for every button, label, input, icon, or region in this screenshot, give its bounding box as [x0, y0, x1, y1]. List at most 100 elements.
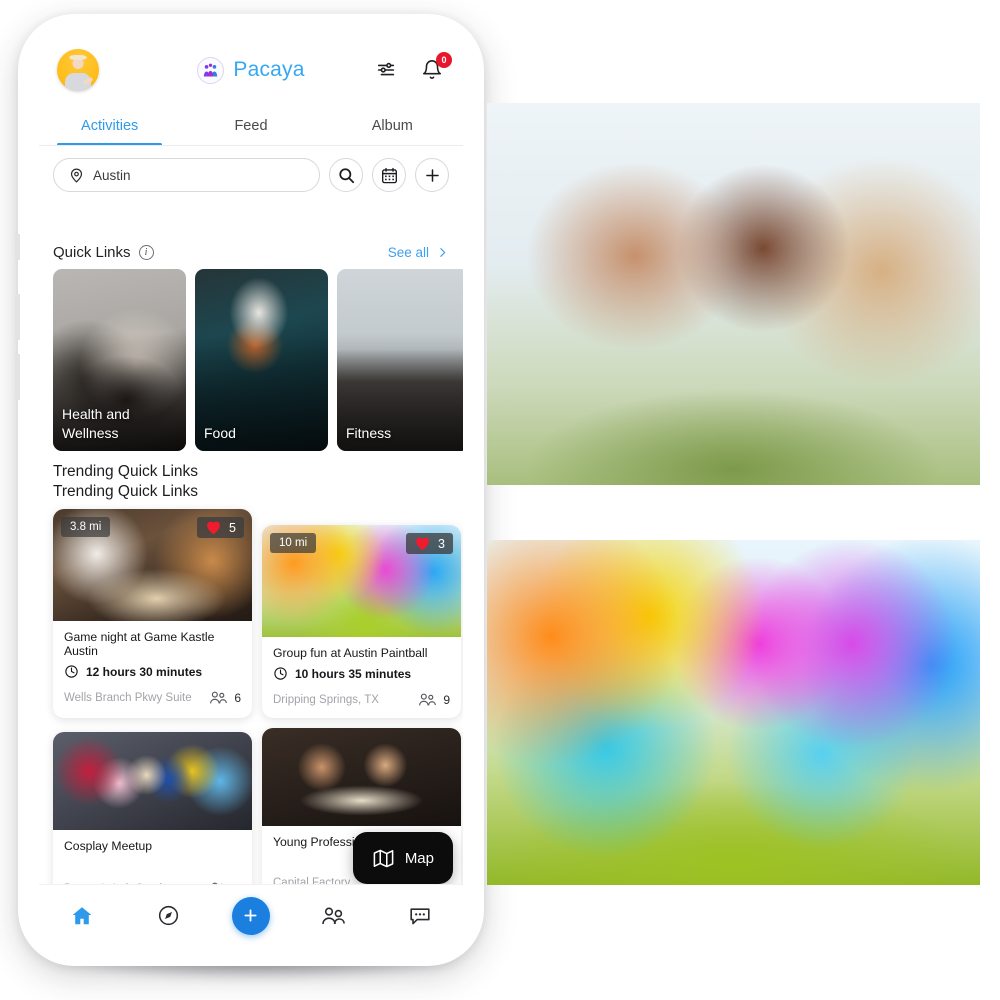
attendees: 9	[418, 692, 450, 707]
like-count: 3	[438, 536, 445, 551]
location-value: Austin	[93, 167, 131, 183]
tab-activities[interactable]: Activities	[39, 106, 180, 146]
home-icon	[72, 906, 92, 924]
people-icon	[419, 693, 437, 706]
trending-card[interactable]: Cosplay Meetup Dragon's Lair Comics an..…	[53, 732, 252, 884]
phone-side-button-mute	[15, 234, 20, 260]
card-thumbnail: 3.8 mi 5	[53, 509, 252, 621]
distance-badge: 10 mi	[270, 533, 317, 553]
duration-text: 12 hours 30 minutes	[86, 664, 203, 679]
activity-duration: 10 hours 35 minutes	[273, 666, 450, 681]
phone-screen: Pacaya 0 Activities Feed Album Austin Qu…	[39, 34, 463, 946]
nav-explore[interactable]	[146, 896, 192, 936]
quick-links-strip[interactable]: Health and Wellness Food Fitness	[39, 269, 463, 451]
trending-card[interactable]: 10 mi 3 Group fun at Austin Paintball 10…	[262, 525, 461, 718]
content-scroll-area[interactable]: Quick Links i See all Health and Wellnes…	[39, 238, 463, 884]
like-badge[interactable]: 5	[197, 517, 244, 538]
like-badge[interactable]: 3	[406, 533, 453, 554]
quick-link-card[interactable]: Food	[195, 269, 328, 451]
people-icon	[322, 906, 346, 924]
header-actions: 0	[373, 52, 452, 83]
activity-name: Group fun at Austin Paintball	[273, 646, 428, 660]
plus-icon	[244, 909, 258, 922]
main-tabs: Activities Feed Album	[39, 106, 463, 146]
activity-duration: 12 hours 30 minutes	[64, 664, 241, 679]
phone-mockup: Pacaya 0 Activities Feed Album Austin Qu…	[15, 14, 484, 966]
clock-icon	[274, 667, 287, 680]
quick-link-label: Fitness	[346, 425, 392, 441]
calendar-icon	[381, 167, 397, 183]
distance-badge: 3.8 mi	[61, 517, 111, 537]
card-thumbnail	[53, 732, 252, 830]
screenshot-root: Pacaya 0 Activities Feed Album Austin Qu…	[0, 0, 1000, 1000]
heart-icon	[416, 537, 429, 551]
see-all-link[interactable]: See all	[388, 245, 449, 260]
trending-title-duplicate: Trending Quick Links	[53, 483, 199, 500]
see-all-label: See all	[387, 245, 429, 260]
activity-place: Wells Branch Pkwy Suite	[64, 691, 192, 704]
nav-home[interactable]	[59, 896, 105, 936]
plus-icon	[425, 168, 439, 182]
activity-name: Game night at Game Kastle Austin	[64, 630, 215, 658]
tab-feed[interactable]: Feed	[180, 106, 321, 146]
map-button-label: Map	[404, 849, 434, 867]
attendee-count: 9	[443, 692, 450, 707]
phone-side-button-volume-down	[15, 354, 20, 400]
three-friends-festival-photo	[487, 103, 980, 485]
holi-color-run-photo	[487, 540, 980, 885]
card-thumbnail	[262, 728, 461, 826]
chevron-right-icon	[440, 248, 446, 257]
activity-place: Capital Factory	[273, 877, 351, 884]
quick-links-header: Quick Links i See all	[39, 238, 463, 269]
nav-chat[interactable]	[397, 896, 443, 936]
like-count: 5	[229, 520, 236, 535]
page-title: Quick Links	[53, 244, 131, 261]
search-row: Austin	[39, 146, 463, 200]
location-pin-icon	[70, 168, 83, 183]
card-footer: Dragon's Lair Comics an... 2	[53, 853, 252, 884]
card-body: Group fun at Austin Paintball 10 hours 3…	[262, 637, 461, 681]
people-icon	[210, 691, 228, 704]
tab-album[interactable]: Album	[322, 106, 463, 146]
search-button[interactable]	[329, 158, 363, 192]
attendees: 6	[209, 690, 241, 705]
sliders-icon[interactable]	[373, 57, 399, 83]
quick-link-card[interactable]: Fitness	[337, 269, 463, 451]
bell-icon[interactable]: 0	[419, 52, 452, 83]
card-body: Game night at Game Kastle Austin 12 hour…	[53, 621, 252, 679]
clock-icon	[65, 665, 78, 678]
quick-link-label: Food	[204, 425, 236, 441]
phone-side-button-volume-up	[15, 294, 20, 340]
add-activity-button[interactable]	[415, 158, 449, 192]
attendee-count: 6	[234, 690, 241, 705]
duration-text: 10 hours 35 minutes	[295, 666, 412, 681]
pacaya-people-logo-icon	[197, 56, 225, 84]
bottom-navigation	[39, 884, 463, 946]
trending-grid-row-1: 3.8 mi 5 Game night at Game Kastle Austi…	[39, 503, 463, 718]
avatar[interactable]	[57, 49, 99, 91]
quick-link-card[interactable]: Health and Wellness	[53, 269, 186, 451]
chat-bubble-icon	[410, 907, 430, 924]
map-icon	[373, 849, 394, 867]
card-footer: Wells Branch Pkwy Suite 6	[53, 679, 252, 716]
trending-card[interactable]: 3.8 mi 5 Game night at Game Kastle Austi…	[53, 509, 252, 718]
heart-icon	[207, 521, 220, 535]
search-icon	[338, 167, 354, 183]
nav-create[interactable]	[231, 896, 270, 935]
location-search-input[interactable]: Austin	[53, 158, 320, 192]
activity-place: Dripping Springs, TX	[273, 693, 379, 706]
trending-header: Trending Quick Links Trending Quick Link…	[39, 451, 463, 503]
card-body: Cosplay Meetup	[53, 830, 252, 853]
card-thumbnail: 10 mi 3	[262, 525, 461, 637]
nav-groups[interactable]	[310, 896, 356, 936]
app-header: Pacaya 0	[39, 34, 463, 106]
avatar-hat	[69, 55, 87, 60]
calendar-button[interactable]	[372, 158, 406, 192]
activity-name: Cosplay Meetup	[64, 839, 153, 853]
notification-badge: 0	[436, 52, 452, 68]
map-button[interactable]: Map	[352, 832, 453, 884]
info-icon[interactable]: i	[138, 245, 154, 260]
trending-title: Trending Quick Links	[53, 463, 199, 480]
brand-name: Pacaya	[233, 58, 305, 81]
compass-icon	[158, 905, 179, 926]
